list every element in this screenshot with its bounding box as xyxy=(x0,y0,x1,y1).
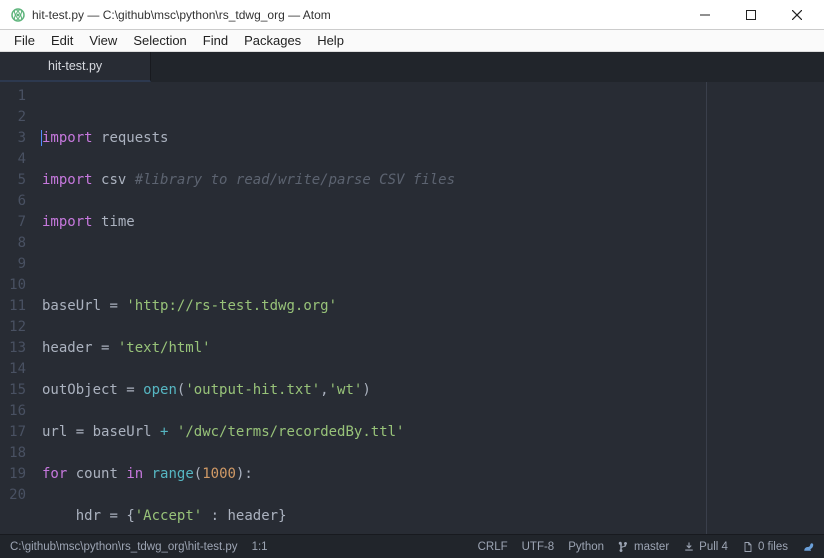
branch-name: master xyxy=(634,541,669,553)
git-branch-icon xyxy=(618,541,630,553)
window-title: hit-test.py — C:\github\msc\python\rs_td… xyxy=(32,8,682,22)
line-number: 14 xyxy=(0,359,36,380)
files-label: 0 files xyxy=(758,541,788,553)
line-number: 8 xyxy=(0,233,36,254)
menu-file[interactable]: File xyxy=(6,31,43,50)
editor-pane[interactable]: 1 2 3 4 5 6 7 8 9 10 11 12 13 14 15 16 1… xyxy=(0,82,824,534)
file-icon xyxy=(742,541,754,553)
menu-view[interactable]: View xyxy=(81,31,125,50)
wrap-guide xyxy=(706,82,707,534)
maximize-button[interactable] xyxy=(728,0,774,30)
line-number: 13 xyxy=(0,338,36,359)
status-git-branch[interactable]: master xyxy=(618,541,669,553)
menu-help[interactable]: Help xyxy=(309,31,352,50)
status-lineending[interactable]: CRLF xyxy=(478,541,508,553)
tab-spacer xyxy=(151,52,824,82)
close-button[interactable] xyxy=(774,0,820,30)
line-number: 12 xyxy=(0,317,36,338)
status-language[interactable]: Python xyxy=(568,541,604,553)
menu-selection[interactable]: Selection xyxy=(125,31,194,50)
tab-bar: hit-test.py xyxy=(0,52,824,82)
atom-app-icon xyxy=(10,7,26,23)
status-cursor[interactable]: 1:1 xyxy=(252,541,268,553)
line-number: 11 xyxy=(0,296,36,317)
status-filepath[interactable]: C:\github\msc\python\rs_tdwg_org\hit-tes… xyxy=(10,541,238,553)
line-number: 5 xyxy=(0,170,36,191)
line-number: 3 xyxy=(0,128,36,149)
code-area[interactable]: import requests import csv #library to r… xyxy=(36,82,824,534)
tab-hit-test[interactable]: hit-test.py xyxy=(0,52,151,82)
line-number: 1 xyxy=(0,86,36,107)
status-bar: C:\github\msc\python\rs_tdwg_org\hit-tes… xyxy=(0,534,824,558)
line-number: 16 xyxy=(0,401,36,422)
line-gutter: 1 2 3 4 5 6 7 8 9 10 11 12 13 14 15 16 1… xyxy=(0,82,36,534)
window-titlebar: hit-test.py — C:\github\msc\python\rs_td… xyxy=(0,0,824,30)
menu-bar: File Edit View Selection Find Packages H… xyxy=(0,30,824,52)
download-icon xyxy=(683,541,695,553)
pull-label: Pull 4 xyxy=(699,541,728,553)
line-number: 17 xyxy=(0,422,36,443)
line-number: 9 xyxy=(0,254,36,275)
line-number: 2 xyxy=(0,107,36,128)
line-number: 4 xyxy=(0,149,36,170)
line-number: 20 xyxy=(0,485,36,506)
menu-packages[interactable]: Packages xyxy=(236,31,309,50)
status-git-files[interactable]: 0 files xyxy=(742,541,788,553)
status-git-pull[interactable]: Pull 4 xyxy=(683,541,728,553)
line-number: 15 xyxy=(0,380,36,401)
line-number: 10 xyxy=(0,275,36,296)
squirrel-icon[interactable] xyxy=(802,541,814,553)
window-controls xyxy=(682,0,820,30)
tab-label: hit-test.py xyxy=(48,59,102,73)
line-number: 6 xyxy=(0,191,36,212)
menu-edit[interactable]: Edit xyxy=(43,31,81,50)
menu-find[interactable]: Find xyxy=(195,31,236,50)
line-number: 18 xyxy=(0,443,36,464)
line-number: 7 xyxy=(0,212,36,233)
line-number: 19 xyxy=(0,464,36,485)
minimize-button[interactable] xyxy=(682,0,728,30)
status-encoding[interactable]: UTF-8 xyxy=(522,541,555,553)
